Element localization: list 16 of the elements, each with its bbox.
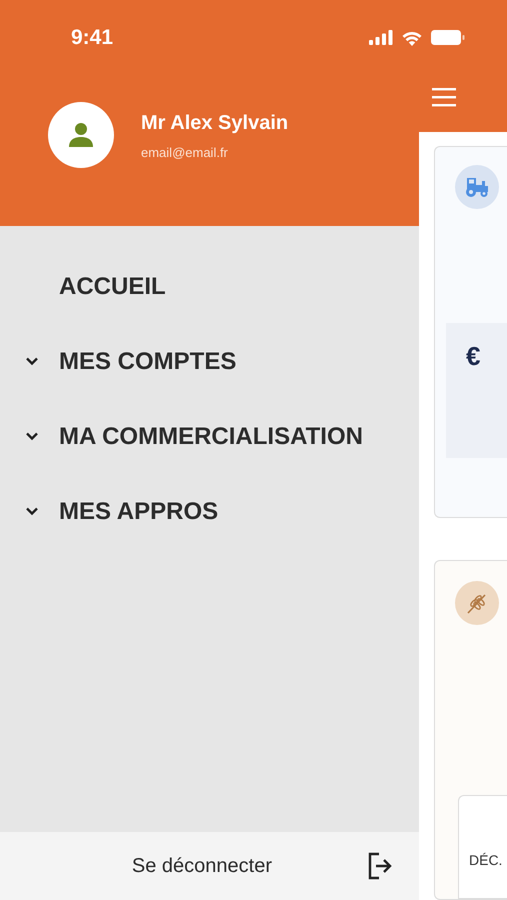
menu-item[interactable]: MA COMMERCIALISATION xyxy=(0,399,419,474)
signal-icon xyxy=(369,30,393,45)
currency-symbol: € xyxy=(466,341,480,371)
clock: 9:41 xyxy=(71,26,114,50)
month-label: DÉC. xyxy=(469,852,502,868)
menu-item[interactable]: MES APPROS xyxy=(0,474,419,549)
menu-item[interactable]: MES COMPTES xyxy=(0,324,419,399)
menu-icon[interactable] xyxy=(432,87,456,107)
user-name: Mr Alex Sylvain xyxy=(141,112,288,135)
person-icon xyxy=(68,122,94,148)
logout-icon xyxy=(367,852,393,880)
user-email: email@email.fr xyxy=(141,145,229,160)
battery-icon xyxy=(431,30,465,45)
wifi-icon xyxy=(401,30,423,46)
tractor-icon xyxy=(464,176,490,198)
menu-item[interactable]: ACCUEIL xyxy=(0,249,419,324)
